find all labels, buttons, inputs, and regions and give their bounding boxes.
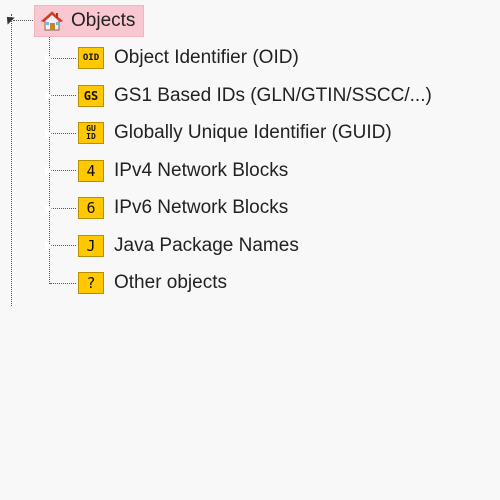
tree-item[interactable]: GS GS1 Based IDs (GLN/GTIN/SSCC/...) — [44, 82, 432, 110]
tree-item-label: Globally Unique Identifier (GUID) — [114, 122, 392, 143]
tree-item-label: IPv6 Network Blocks — [114, 197, 289, 218]
category-badge-icon: 4 — [78, 159, 104, 182]
tree-guide-line — [44, 165, 76, 177]
tree-root-objects[interactable]: Objects — [34, 5, 145, 37]
tree-item-label: GS1 Based IDs (GLN/GTIN/SSCC/...) — [114, 84, 432, 106]
category-badge-icon: GS — [78, 84, 104, 107]
tree-guide-line — [44, 202, 76, 215]
expand-arrow-icon[interactable] — [44, 240, 52, 252]
tree-guide-line — [44, 240, 76, 252]
tree-guide-line — [44, 52, 76, 65]
expand-arrow-icon[interactable] — [44, 202, 52, 215]
tree-guide-line — [44, 127, 76, 140]
tree-guide-line — [13, 20, 33, 21]
house-icon — [40, 11, 64, 31]
tree-item[interactable]: 4 IPv4 Network Blocks — [44, 157, 289, 185]
category-badge-icon: J — [78, 234, 104, 257]
tree-root-label: Objects — [71, 10, 136, 31]
tree-guide-line — [11, 14, 12, 306]
tree-item[interactable]: ? Other objects — [50, 269, 227, 297]
tree-item[interactable]: J Java Package Names — [44, 232, 299, 260]
tree-item-label: IPv4 Network Blocks — [114, 159, 289, 181]
category-badge-icon: OID — [78, 47, 104, 69]
category-badge-icon: ? — [78, 272, 104, 294]
object-tree: Objects OID Object Identifier (OID) GS GS1 … — [0, 0, 500, 500]
tree-item[interactable]: 6 IPv6 Network Blocks — [44, 194, 289, 222]
tree-guide-line — [50, 282, 76, 284]
category-badge-icon: 6 — [78, 197, 104, 219]
expand-arrow-icon[interactable] — [44, 52, 52, 65]
tree-item[interactable]: GU ID Globally Unique Identifier (GUID) — [44, 119, 392, 147]
tree-item-label: Java Package Names — [114, 234, 299, 256]
tree-item[interactable]: OID Object Identifier (OID) — [44, 44, 299, 72]
expand-arrow-icon[interactable] — [44, 90, 52, 102]
expand-arrow-icon[interactable] — [44, 165, 52, 177]
collapse-arrow-icon[interactable] — [3, 13, 15, 25]
tree-guide-line — [44, 90, 76, 102]
tree-item-label: Other objects — [114, 272, 227, 293]
tree-item-label: Object Identifier (OID) — [114, 47, 299, 68]
category-badge-icon: GU ID — [78, 122, 104, 144]
expand-arrow-icon[interactable] — [44, 127, 52, 140]
